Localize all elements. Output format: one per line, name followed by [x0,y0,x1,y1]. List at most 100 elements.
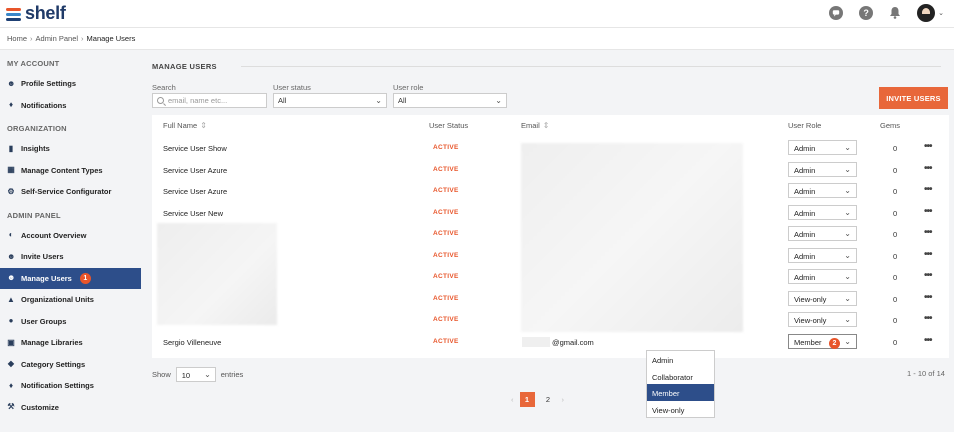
status-badge: ACTIVE [433,230,459,237]
row-gems: 0 [893,316,898,325]
sort-icon[interactable]: ⇕ [200,121,207,130]
status-badge: ACTIVE [433,273,459,280]
role-select-open[interactable]: Member ⌄ [788,333,857,349]
next-page-icon[interactable]: › [562,395,565,404]
sidebar-item-manage-users[interactable]: ☻ Manage Users 1 [0,267,141,289]
sidebar-item-user-groups[interactable]: ● User Groups [0,311,141,333]
row-gems: 0 [893,208,898,218]
sidebar-item-profile-settings[interactable]: ☻ Profile Settings [0,73,141,95]
logo-text: shelf [25,3,66,23]
sidebar-item-insights[interactable]: ▮ Insights [0,138,141,160]
status-badge: ACTIVE [433,251,459,259]
table-row: Service User New ACTIVE Admin ⌄ 0 ••• [152,202,949,224]
page-size-select[interactable]: 10 ⌄ [175,367,216,382]
top-icons: ? ⌄ [829,4,944,22]
sort-icon[interactable]: ⇕ [543,121,550,130]
role-select[interactable]: Admin ⌄ [788,183,857,198]
row-gems: 0 [893,165,898,175]
sidebar-item-manage-libraries[interactable]: ▣ Manage Libraries [0,332,141,354]
pagination-range: 1 - 10 of 14 [907,369,945,378]
page-1[interactable]: 1 [519,392,535,407]
pie-chart-icon: ◐ [8,230,14,240]
role-select[interactable]: Admin ⌄ [788,247,857,263]
role-select[interactable]: View-only ⌄ [788,312,857,327]
grid-icon: ▦ [7,165,15,175]
more-options-icon[interactable]: ••• [924,249,932,260]
sidebar-section-my-account: MY ACCOUNT [7,59,60,68]
col-user-role: User Role [788,121,822,130]
status-badge: ACTIVE [433,208,459,216]
table-row: ACTIVE View-only ⌄ 0 ••• [152,288,949,310]
chevron-down-icon: ⌄ [844,186,851,195]
page-2[interactable]: 2 [541,392,556,407]
sidebar-item-manage-content-types[interactable]: ▦ Manage Content Types [0,160,141,182]
table-row: Service User Show ACTIVE Admin ⌄ 0 ••• [152,137,949,159]
table-row: ACTIVE Admin ⌄ 0 ••• [152,223,949,245]
more-options-icon[interactable]: ••• [924,141,932,152]
invite-users-button[interactable]: INVITE USERS [879,87,948,109]
table-row: Service User Azure ACTIVE Admin ⌄ 0 ••• [152,180,949,202]
step-badge-2: 2 [829,338,840,349]
table-row: ACTIVE Admin ⌄ 0 ••• [152,266,949,288]
chevron-down-icon: ⌄ [204,370,211,379]
row-gems: 0 [893,337,898,347]
user-status-select[interactable]: All ⌄ [273,93,387,108]
role-select[interactable]: Admin ⌄ [788,226,857,241]
chevron-down-icon: ⌄ [844,293,851,303]
user-status-label: User status [273,83,311,92]
user-avatar[interactable] [917,4,936,22]
user-role-select[interactable]: All ⌄ [393,93,507,108]
status-badge: ACTIVE [433,144,459,151]
bell-icon[interactable] [889,6,901,21]
chevron-down-icon: ⌄ [844,229,851,238]
sidebar-section-admin-panel: ADMIN PANEL [7,210,61,220]
chevron-down-icon: ⌄ [844,164,851,174]
breadcrumb-admin-panel[interactable]: Admin Panel [36,34,79,43]
sidebar-item-invite-users[interactable]: ☻ Invite Users [0,246,141,268]
role-option-member[interactable]: Member [647,384,714,401]
status-badge: ACTIVE [433,165,459,173]
help-icon[interactable]: ? [859,6,874,20]
row-gems: 0 [893,230,898,239]
role-option-admin[interactable]: Admin [647,351,714,368]
prev-page-icon[interactable]: ‹ [511,395,514,404]
sidebar-item-category-settings[interactable]: ◆ Category Settings [0,354,141,376]
role-select[interactable]: Admin ⌄ [788,140,857,155]
more-options-icon[interactable]: ••• [924,227,932,238]
more-options-icon[interactable]: ••• [924,206,932,217]
more-options-icon[interactable]: ••• [924,184,932,195]
sidebar-item-customize[interactable]: ⚒ Customize [0,397,141,419]
sidebar: MY ACCOUNT ☻ Profile Settings ♦ Notificati… [0,51,141,432]
sidebar-item-account-overview[interactable]: ◐ Account Overview [0,225,141,247]
org-chart-icon: ▲ [7,294,15,304]
role-option-view-only[interactable]: View-only [647,401,714,418]
role-select[interactable]: Admin ⌄ [788,269,857,284]
role-select[interactable]: View-only ⌄ [788,290,857,306]
title-divider [241,66,941,67]
chevron-down-icon: ⌄ [844,336,851,346]
sidebar-item-notification-settings[interactable]: ♦ Notification Settings [0,375,141,397]
sidebar-item-notifications[interactable]: ♦ Notifications [0,95,141,117]
pagination: ‹ 1 2 › [511,392,564,407]
row-gems: 0 [893,273,898,282]
chevron-down-icon[interactable]: ⌄ [938,9,944,17]
more-options-icon[interactable]: ••• [924,163,932,174]
col-full-name[interactable]: Full Name ⇕ [163,121,207,130]
role-select[interactable]: Admin ⌄ [788,204,857,220]
sidebar-item-self-service-configurator[interactable]: ⚙ Self-Service Configurator [0,181,141,203]
more-options-icon[interactable]: ••• [924,335,932,346]
chevron-down-icon: ⌄ [495,96,502,105]
col-gems: Gems [880,121,901,130]
more-options-icon[interactable]: ••• [924,270,932,281]
search-input[interactable]: email, name etc... [152,93,267,108]
col-email[interactable]: Email ⇕ [521,121,549,130]
logo[interactable]: shelf [6,3,66,24]
role-select[interactable]: Admin ⌄ [788,161,857,177]
more-options-icon[interactable]: ••• [924,313,932,324]
more-options-icon[interactable]: ••• [924,292,932,303]
col-user-status: User Status [429,121,469,130]
sidebar-item-organizational-units[interactable]: ▲ Organizational Units [0,289,141,311]
breadcrumb-home[interactable]: Home [7,34,27,43]
role-option-collaborator[interactable]: Collaborator [647,368,714,385]
chat-icon[interactable] [829,6,844,20]
